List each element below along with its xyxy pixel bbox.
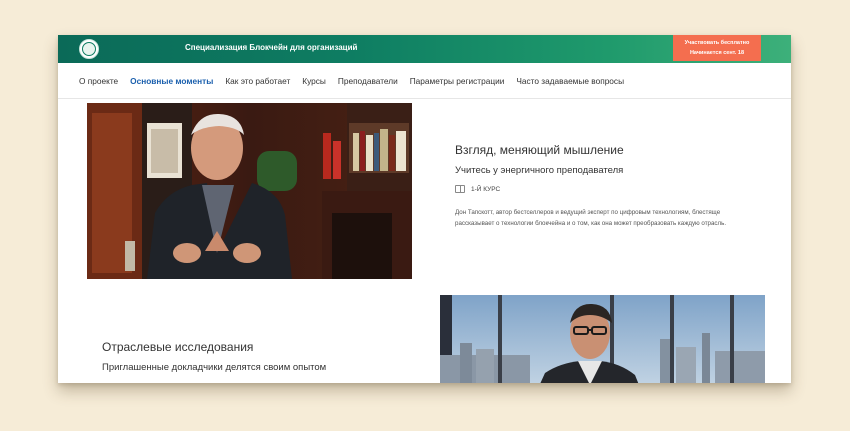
nav-item-about[interactable]: О проекте bbox=[79, 76, 118, 86]
section2-heading: Отраслевые исследования bbox=[102, 340, 254, 354]
enroll-start-date: Начинается сент. 18 bbox=[689, 50, 745, 56]
section1-heading: Взгляд, меняющий мышление bbox=[455, 143, 624, 157]
course-badge: 1-Й КУРС bbox=[455, 185, 500, 193]
section1-description: Дон Тапскотт, автор бестселлеров и ведущ… bbox=[455, 209, 727, 227]
nav-item-how-it-works[interactable]: Как это работает bbox=[225, 76, 290, 86]
section2-subheading: Приглашенные докладчики делятся своим оп… bbox=[102, 362, 327, 373]
enroll-button-label: Участвовать бесплатно bbox=[684, 40, 750, 46]
university-logo-icon[interactable] bbox=[79, 39, 99, 59]
nav-item-enrollment-options[interactable]: Параметры регистрации bbox=[410, 76, 505, 86]
specialization-title: Специализация Блокчейн для организаций bbox=[185, 43, 358, 52]
section-nav: О проекте Основные моменты Как это работ… bbox=[58, 63, 791, 99]
nav-item-highlights[interactable]: Основные моменты bbox=[130, 76, 213, 86]
nav-item-courses[interactable]: Курсы bbox=[302, 76, 326, 86]
industry-video-thumbnail[interactable] bbox=[440, 295, 765, 383]
nav-item-faq[interactable]: Часто задаваемые вопросы bbox=[516, 76, 624, 86]
course-badge-label: 1-Й КУРС bbox=[471, 185, 501, 193]
book-icon bbox=[455, 185, 465, 193]
section1-subheading: Учитесь у энергичного преподавателя bbox=[455, 165, 624, 176]
top-bar: Специализация Блокчейн для организаций У… bbox=[58, 35, 791, 63]
enroll-button[interactable]: Участвовать бесплатно Начинается сент. 1… bbox=[673, 35, 761, 61]
industry-video-image bbox=[440, 295, 765, 383]
instructor-video-thumbnail[interactable] bbox=[87, 103, 412, 279]
browser-frame: Специализация Блокчейн для организаций У… bbox=[58, 35, 791, 383]
nav-item-instructors[interactable]: Преподаватели bbox=[338, 76, 398, 86]
instructor-video-image bbox=[87, 103, 412, 279]
